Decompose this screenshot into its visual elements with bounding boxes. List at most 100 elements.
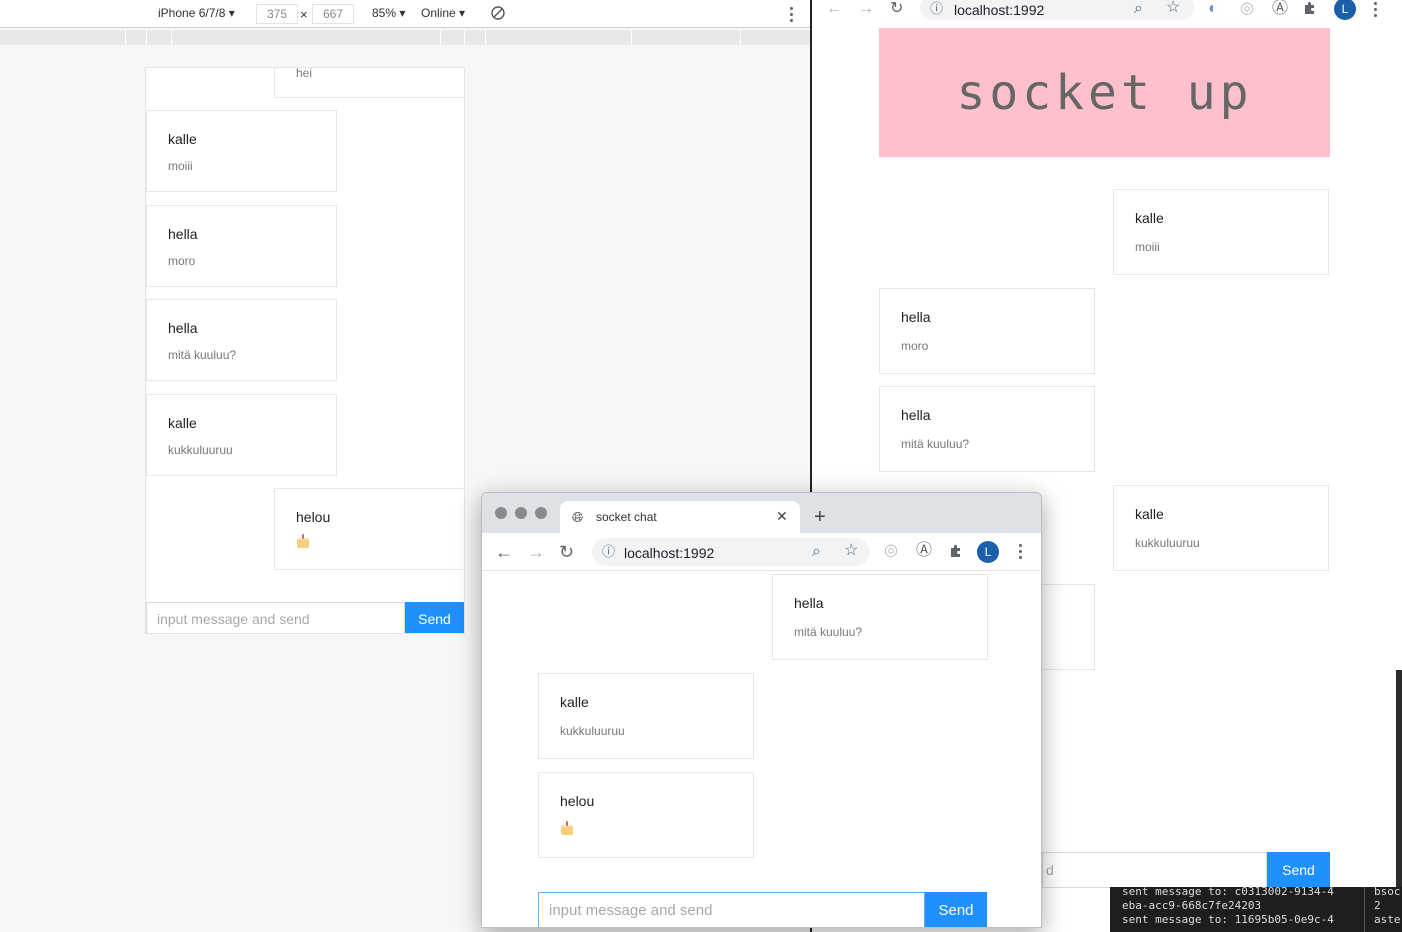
back-arrow-icon[interactable]: ← xyxy=(495,543,513,561)
terminal-line: eba-acc9-668c7fe24203 xyxy=(1122,899,1262,912)
url-text: localhost:1992 xyxy=(954,2,1045,18)
message-author: helou xyxy=(296,509,331,525)
chat-message: kalle moiii xyxy=(146,110,337,192)
message-input-bar: input message and send Send xyxy=(146,602,464,633)
address-bar[interactable]: ⓘ localhost:1992 ⌕ ☆ xyxy=(592,538,870,566)
chat-viewport: hella mitä kuuluu? kalle kukkuluuruu hel… xyxy=(482,572,1041,927)
extension-icon[interactable]: ◐ xyxy=(1208,1,1218,17)
message-author: hella xyxy=(794,595,824,611)
puzzle-icon[interactable] xyxy=(1302,0,1318,16)
forward-arrow-icon[interactable]: → xyxy=(527,543,545,561)
zoom-select[interactable]: 85% ▾ xyxy=(372,6,405,20)
close-tab-icon[interactable]: ✕ xyxy=(776,509,788,523)
device-toolbar: iPhone 6/7/8 ▾ 375 × 667 85% ▾ Online ▾ xyxy=(0,0,810,28)
message-author: hella xyxy=(901,309,931,325)
globe-icon: 🌐︎ xyxy=(572,509,584,525)
chat-message: hella mitä kuuluu? xyxy=(879,386,1095,472)
chat-message: hella mitä kuuluu? xyxy=(772,574,988,660)
message-author: hella xyxy=(901,407,931,423)
message-author: helou xyxy=(560,793,595,809)
terminal-output: sent message to: c0313002-9134-4 eba-acc… xyxy=(1110,887,1402,932)
extension-icon[interactable]: ◎ xyxy=(1240,1,1254,17)
bookmark-star-icon[interactable]: ☆ xyxy=(844,543,858,559)
message-text xyxy=(296,534,310,549)
browser-toolbar: ← → ↻ ⓘ localhost:1992 ⌕ ☆ ◐ ◎ Ⓐ L xyxy=(812,0,1402,20)
message-text: moro xyxy=(901,339,929,353)
message-text: hei xyxy=(296,67,313,80)
message-text: kukkuluuruu xyxy=(168,443,233,457)
message-input[interactable]: input message and send xyxy=(146,602,405,633)
profile-avatar[interactable]: L xyxy=(977,541,999,563)
message-author: kalle xyxy=(168,131,197,147)
message-author: hella xyxy=(168,320,198,336)
network-select[interactable]: Online ▾ xyxy=(421,6,465,20)
reload-icon[interactable]: ↻ xyxy=(890,1,903,17)
send-button[interactable]: Send xyxy=(1267,852,1330,888)
reload-icon[interactable]: ↻ xyxy=(559,543,574,561)
browser-toolbar: ← → ↻ ⓘ localhost:1992 ⌕ ☆ ◎ Ⓐ L xyxy=(482,533,1041,571)
extension-icon[interactable]: Ⓐ xyxy=(916,543,932,559)
message-input-bar: d Send xyxy=(1042,852,1330,888)
rotate-icon[interactable] xyxy=(490,5,506,24)
chat-message: helou xyxy=(538,772,754,858)
message-text: moiii xyxy=(168,159,193,173)
chat-message: kalle moiii xyxy=(1113,189,1329,275)
terminal-line: sent message to: c0313002-9134-4 xyxy=(1122,887,1334,898)
message-text: moiii xyxy=(1135,240,1160,254)
socket-status-banner: socket up xyxy=(879,28,1330,157)
message-text: mitä kuuluu? xyxy=(168,348,237,362)
address-bar[interactable]: ⓘ localhost:1992 ⌕ ☆ xyxy=(920,0,1194,20)
height-input[interactable]: 667 xyxy=(312,4,354,24)
media-query-ruler[interactable] xyxy=(0,30,810,45)
message-input[interactable]: d xyxy=(1042,852,1267,888)
back-arrow-icon[interactable]: ← xyxy=(826,1,842,17)
message-input[interactable]: input message and send xyxy=(538,892,925,927)
message-author: kalle xyxy=(1135,506,1164,522)
extension-icon[interactable]: ◎ xyxy=(884,543,898,559)
front-browser-window: 🌐︎ socket chat ✕ + ← → ↻ ⓘ localhost:199… xyxy=(481,492,1042,928)
info-icon: ⓘ xyxy=(602,544,616,559)
forward-arrow-icon[interactable]: → xyxy=(858,1,874,17)
message-text xyxy=(560,821,574,836)
extension-icon[interactable]: Ⓐ xyxy=(1272,1,1288,17)
chat-message: kalle kukkuluuruu xyxy=(538,673,754,759)
zoom-value: 85% xyxy=(372,6,397,20)
send-button[interactable]: Send xyxy=(925,892,987,927)
puzzle-icon[interactable] xyxy=(948,543,964,559)
zoom-window-button[interactable] xyxy=(535,507,547,519)
minimize-window-button[interactable] xyxy=(515,507,527,519)
close-window-button[interactable] xyxy=(495,507,507,519)
profile-avatar[interactable]: L xyxy=(1334,0,1356,20)
message-author: kalle xyxy=(560,694,589,710)
url-text: localhost:1992 xyxy=(624,545,715,561)
message-author: kalle xyxy=(168,415,197,431)
terminal-scrollbar[interactable] xyxy=(1396,670,1402,887)
chat-message: hella moro xyxy=(879,288,1095,374)
terminal-line: sent message to: 11695b05-0e9c-4 xyxy=(1122,913,1334,926)
info-icon: ⓘ xyxy=(930,1,944,16)
send-button[interactable]: Send xyxy=(405,602,464,633)
network-value: Online xyxy=(421,6,456,20)
device-name: iPhone 6/7/8 xyxy=(158,6,226,20)
chat-message: helou xyxy=(274,488,464,570)
kebab-menu-icon[interactable] xyxy=(1018,544,1022,560)
bookmark-star-icon[interactable]: ☆ xyxy=(1166,0,1180,16)
devtools-menu-icon[interactable] xyxy=(789,7,793,23)
message-text: mitä kuuluu? xyxy=(901,437,970,451)
new-tab-icon[interactable]: + xyxy=(814,507,826,527)
kebab-menu-icon[interactable] xyxy=(1373,2,1377,18)
message-author: hella xyxy=(168,226,198,242)
chat-message: kalle kukkuluuruu xyxy=(146,394,337,476)
terminal-line: aste xyxy=(1374,913,1401,926)
chat-message: kalle kukkuluuruu xyxy=(1113,485,1329,571)
zoom-icon[interactable]: ⌕ xyxy=(1134,1,1143,17)
zoom-icon[interactable]: ⌕ xyxy=(812,544,821,560)
terminal-line: bsoc xyxy=(1374,887,1401,898)
device-select[interactable]: iPhone 6/7/8 ▾ xyxy=(158,6,235,20)
chat-message: hei xyxy=(274,67,464,98)
tab-socket-chat[interactable]: 🌐︎ socket chat ✕ xyxy=(560,501,800,533)
width-input[interactable]: 375 xyxy=(256,4,298,24)
message-text: mitä kuuluu? xyxy=(794,625,863,639)
terminal-line: 2 xyxy=(1374,899,1381,912)
message-text: moro xyxy=(168,254,196,268)
